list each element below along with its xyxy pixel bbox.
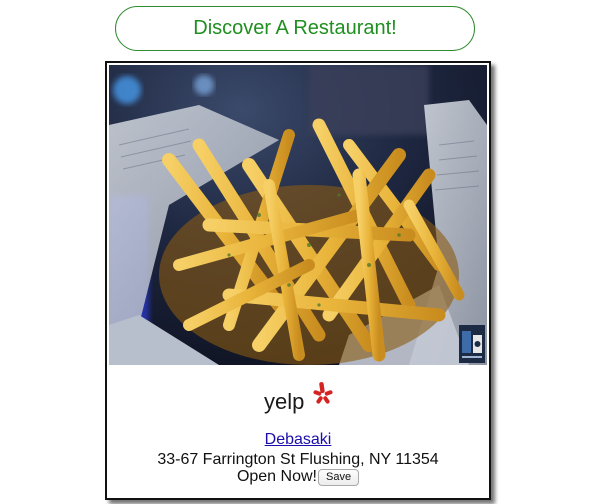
- fries-photo-icon: [109, 65, 487, 365]
- discover-restaurant-button[interactable]: Discover A Restaurant!: [115, 6, 475, 51]
- restaurant-address: 33-67 Farrington St Flushing, NY 11354: [157, 451, 439, 468]
- status-row: Open Now! Save: [107, 468, 489, 486]
- save-button[interactable]: Save: [317, 468, 360, 486]
- restaurant-photo: [109, 65, 487, 365]
- open-status: Open Now!: [236, 468, 317, 485]
- yelp-wordmark: yelp: [264, 389, 304, 414]
- yelp-logo-icon: yelp: [264, 382, 333, 414]
- restaurant-name-link[interactable]: Debasaki: [107, 431, 489, 449]
- restaurant-card: yelp Debasaki 33-67 Farrington St Flushi…: [105, 61, 491, 500]
- photographer-watermark-icon: [459, 325, 485, 363]
